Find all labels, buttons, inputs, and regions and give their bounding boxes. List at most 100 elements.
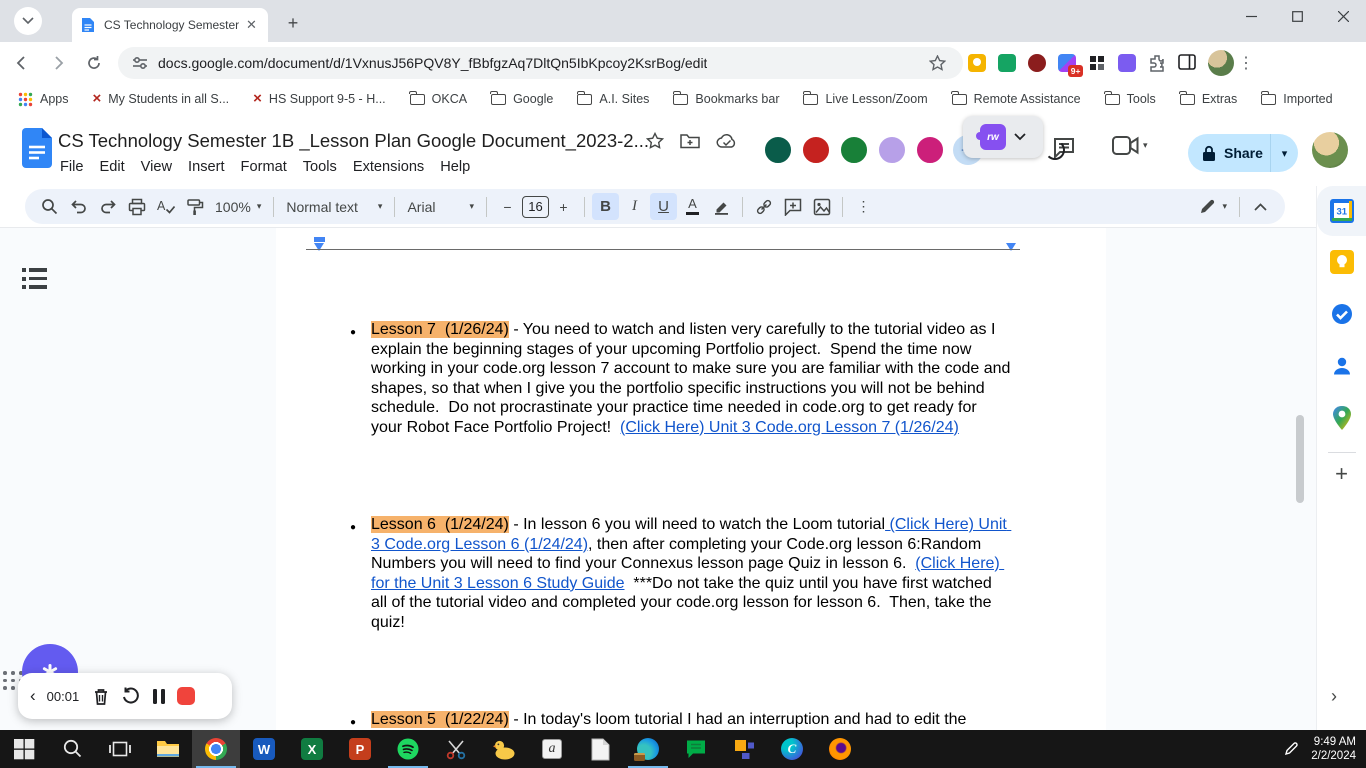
recorder-back-icon[interactable]: ‹ [30,686,36,706]
back-button[interactable] [8,49,36,77]
share-button[interactable]: Share [1188,134,1279,172]
insert-image-button[interactable] [808,193,835,220]
menu-tools[interactable]: Tools [295,156,345,178]
bookmark-my-students-in-all-s[interactable]: × My Students in all S... [85,89,238,109]
meet-call-button[interactable]: ▾ [1112,136,1148,155]
url-bar[interactable]: docs.google.com/document/d/1VxnusJ56PQV8… [118,47,963,79]
recorder-delete-icon[interactable] [92,687,110,706]
hide-side-panel-button[interactable]: › [1331,686,1337,707]
taskbar-libreoffice[interactable] [576,730,624,768]
redo-button[interactable] [94,193,121,220]
collaborator-avatar[interactable] [801,135,831,165]
extension-icon-red-circle[interactable] [1028,54,1046,72]
extension-icon-multicolor[interactable]: 9+ [1058,54,1083,77]
bookmark-a-i-sites[interactable]: A.I. Sites [569,89,657,109]
zoom-select[interactable]: 100% ▾ [209,199,267,215]
chevron-down-icon[interactable]: ▾ [1143,140,1148,151]
taskbar-edge[interactable] [624,730,672,768]
search-menus-button[interactable] [36,193,63,220]
insert-link-button[interactable] [750,193,777,220]
browser-tab[interactable]: CS Technology Semester 1B _Le ✕ [72,8,268,42]
underline-button[interactable]: U [650,193,677,220]
taskbar-chrome[interactable] [192,730,240,768]
get-add-ons-button[interactable]: + [1317,461,1366,487]
extension-icon-yellow[interactable] [968,54,986,72]
readwrite-extension-icon[interactable]: rw [976,124,1006,150]
readwrite-extension-popup[interactable]: rw [963,116,1043,158]
bookmark-extras[interactable]: Extras [1172,89,1245,109]
more-toolbar-options[interactable]: ⋮ [850,193,877,220]
taskbar-word[interactable]: W [240,730,288,768]
google-docs-logo[interactable] [22,128,52,168]
browser-menu-icon[interactable]: ⋮ [1234,53,1264,73]
extensions-menu-icon[interactable] [1148,54,1166,72]
bookmark-tools[interactable]: Tools [1097,89,1164,109]
forward-button[interactable] [44,49,72,77]
bookmark-okca[interactable]: OKCA [402,89,475,109]
move-to-folder-icon[interactable] [680,133,700,149]
collaborator-avatar[interactable] [763,135,793,165]
side-panel-keep[interactable] [1317,236,1366,288]
extension-icon-green[interactable] [998,54,1016,72]
add-comment-button[interactable] [779,193,806,220]
bookmark-apps[interactable]: Apps [10,89,77,110]
taskbar-file-explorer[interactable] [144,730,192,768]
taskbar-spotify[interactable] [384,730,432,768]
taskbar-powerpoint[interactable]: P [336,730,384,768]
menu-format[interactable]: Format [233,156,295,178]
menu-view[interactable]: View [133,156,180,178]
document-title[interactable]: CS Technology Semester 1B _Lesson Plan G… [58,130,649,152]
chevron-down-icon[interactable] [1014,133,1026,141]
new-tab-button[interactable]: + [280,10,306,36]
scrollbar-thumb[interactable] [1296,415,1304,503]
side-panel-calendar[interactable]: 31 [1317,186,1366,236]
hide-menus-button[interactable] [1247,193,1274,220]
bookmark-hs-support-9-5-h[interactable]: × HS Support 9-5 - H... [245,89,393,109]
pen-tray-icon[interactable] [1283,741,1299,757]
bold-button[interactable]: B [592,193,619,220]
font-size-input[interactable]: 16 [522,195,549,218]
collaborator-avatar[interactable] [839,135,869,165]
side-panel-contacts[interactable] [1317,340,1366,392]
text-color-button[interactable]: A [679,193,706,220]
cloud-saved-icon[interactable] [716,133,738,149]
star-document-icon[interactable] [646,132,664,150]
taskbar-canva[interactable]: C [768,730,816,768]
collaborator-avatar[interactable] [877,135,907,165]
doc-content[interactable]: Lesson 7 (1/26/24) - You need to watch a… [350,320,1012,730]
taskbar-snipping-tool[interactable] [432,730,480,768]
close-window-button[interactable] [1320,0,1366,32]
share-dropdown[interactable]: ▾ [1270,134,1298,172]
bulleted-list-format-icon[interactable] [22,268,47,294]
bookmark-bookmarks-bar[interactable]: Bookmarks bar [665,89,787,109]
menu-file[interactable]: File [52,156,92,178]
doc-hyperlink[interactable]: (Click Here) Unit 3 Code.org Lesson 7 (1… [620,419,959,436]
bookmark-imported[interactable]: Imported [1253,89,1340,109]
document-canvas[interactable]: Lesson 7 (1/26/24) - You need to watch a… [0,228,1316,730]
browser-profile-avatar[interactable] [1208,50,1234,76]
side-panel-tasks[interactable] [1317,288,1366,340]
collaborator-avatar[interactable] [915,135,945,165]
reload-button[interactable] [80,49,108,77]
font-select[interactable]: Arial ▾ [401,199,480,215]
taskbar-google-chat[interactable] [672,730,720,768]
taskbar-app-tiles[interactable] [720,730,768,768]
taskbar-cyberduck[interactable] [480,730,528,768]
maximize-button[interactable] [1274,0,1320,32]
tab-search-button[interactable] [14,7,42,35]
taskbar-start[interactable] [0,730,48,768]
italic-button[interactable]: I [621,193,648,220]
decrease-font-size-button[interactable]: − [494,193,521,220]
extension-icon-grid[interactable] [1088,54,1106,72]
extension-icon-purple[interactable] [1118,54,1136,72]
undo-button[interactable] [65,193,92,220]
tab-close-icon[interactable]: ✕ [246,17,257,33]
bookmark-remote-assistance[interactable]: Remote Assistance [944,89,1089,109]
editing-mode-select[interactable]: ▾ [1193,198,1233,215]
taskbar-search[interactable] [48,730,96,768]
print-button[interactable] [123,193,150,220]
taskbar-clock[interactable]: 9:49 AM 2/2/2024 [1311,735,1356,763]
paragraph-style-select[interactable]: Normal text ▾ [280,199,388,215]
taskbar-excel[interactable]: X [288,730,336,768]
increase-font-size-button[interactable]: + [550,193,577,220]
